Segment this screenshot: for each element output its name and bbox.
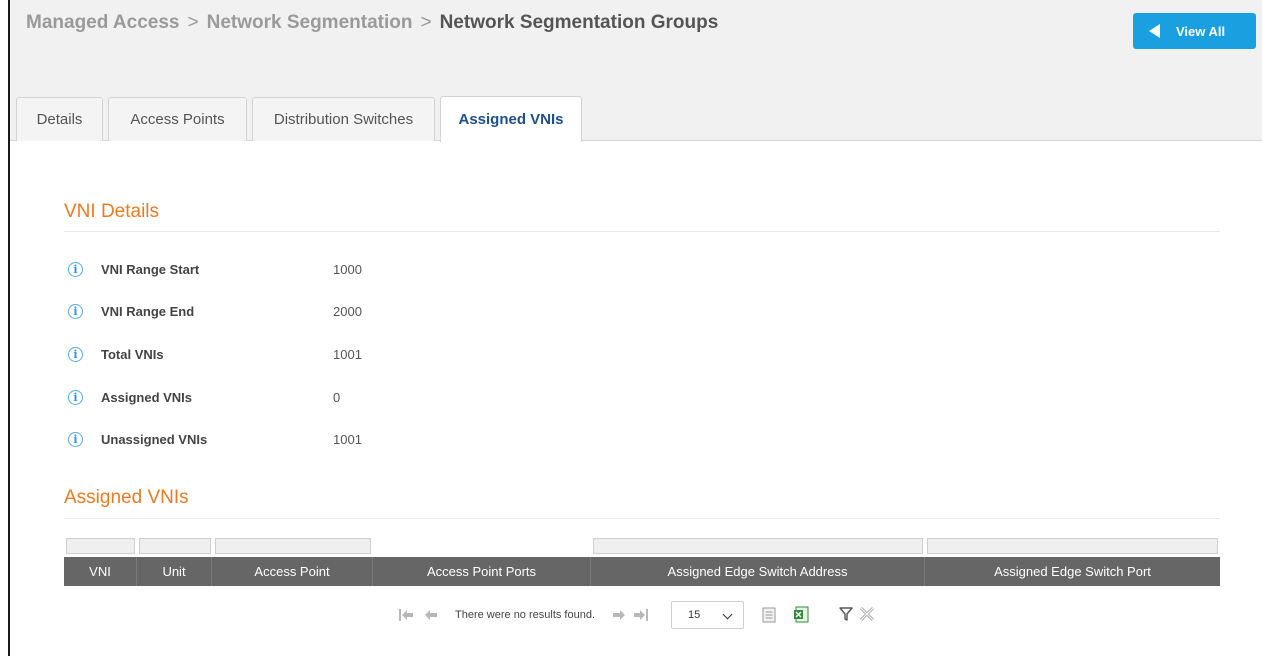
column-header-unit[interactable]: Unit	[137, 557, 212, 586]
detail-value: 2000	[333, 303, 362, 319]
breadcrumb: Managed Access > Network Segmentation > Netw…	[26, 12, 718, 34]
assigned-vnis-heading: Assigned VNIs	[64, 487, 189, 508]
info-icon[interactable]: i	[68, 346, 83, 362]
back-arrow-icon	[1149, 24, 1160, 38]
view-all-button[interactable]: View All	[1133, 13, 1256, 49]
total-vnis-row: i Total VNIs 1001	[68, 344, 362, 364]
filter-access-point-input[interactable]	[215, 538, 371, 554]
detail-value: 1001	[333, 431, 362, 447]
vni-details-heading: VNI Details	[64, 201, 160, 222]
unassigned-vnis-row: i Unassigned VNIs 1001	[68, 429, 362, 449]
breadcrumb-separator: >	[420, 12, 432, 33]
assigned-vnis-row: i Assigned VNIs 0	[68, 387, 340, 407]
detail-value: 0	[333, 389, 341, 405]
view-all-label: View All	[1176, 23, 1226, 39]
tab-label: Access Points	[130, 111, 225, 128]
clear-filter-icon[interactable]	[859, 606, 875, 622]
excel-export-icon[interactable]	[793, 606, 809, 623]
vni-range-end-row: i VNI Range End 2000	[68, 301, 362, 321]
breadcrumb-item-managed-access[interactable]: Managed Access	[26, 12, 179, 33]
column-header-edge-switch-address[interactable]: Assigned Edge Switch Address	[591, 557, 925, 586]
grid-pager: There were no results found. 15	[10, 600, 1262, 630]
info-icon[interactable]: i	[68, 431, 83, 447]
detail-value: 1001	[333, 346, 362, 362]
vni-range-start-row: i VNI Range Start 1000	[68, 259, 362, 279]
detail-label: Unassigned VNIs	[101, 431, 208, 447]
grid-header: VNI Unit Access Point Access Point Ports…	[64, 557, 1220, 586]
detail-label: Total VNIs	[101, 346, 164, 362]
column-header-vni[interactable]: VNI	[64, 557, 137, 586]
last-page-icon[interactable]	[633, 608, 649, 622]
next-page-icon[interactable]	[612, 608, 626, 622]
detail-value: 1000	[333, 261, 362, 277]
filter-edge-switch-address-input[interactable]	[593, 538, 923, 554]
section-divider	[64, 518, 1220, 519]
header-band: Managed Access > Network Segmentation > Netw…	[10, 0, 1262, 142]
page-size-value: 15	[688, 609, 701, 621]
breadcrumb-item-network-segmentation[interactable]: Network Segmentation	[207, 12, 413, 33]
prev-page-icon[interactable]	[424, 608, 438, 622]
tab-label: Distribution Switches	[273, 111, 414, 128]
detail-label: VNI Range End	[101, 303, 195, 319]
pager-message: There were no results found.	[455, 609, 596, 621]
breadcrumb-separator: >	[187, 12, 199, 33]
section-divider	[64, 231, 1220, 232]
filter-unit-input[interactable]	[139, 538, 211, 554]
chevron-down-icon	[722, 609, 733, 620]
info-icon[interactable]: i	[68, 389, 83, 405]
app-frame: Managed Access > Network Segmentation > Netw…	[8, 0, 1262, 656]
filter-icon[interactable]	[839, 607, 853, 621]
info-icon[interactable]: i	[68, 303, 83, 319]
column-header-edge-switch-port[interactable]: Assigned Edge Switch Port	[925, 557, 1220, 586]
page-title: Network Segmentation Groups	[439, 12, 719, 33]
csv-export-icon[interactable]	[762, 607, 776, 623]
filter-vni-input[interactable]	[66, 538, 135, 554]
info-icon[interactable]: i	[68, 261, 83, 277]
page-size-select[interactable]: 15	[671, 601, 744, 629]
tab-assigned-vnis[interactable]: Assigned VNIs	[440, 96, 582, 142]
tab-distribution-switches[interactable]: Distribution Switches	[252, 97, 435, 141]
column-header-access-point[interactable]: Access Point	[212, 557, 373, 586]
filter-edge-switch-port-input[interactable]	[927, 538, 1218, 554]
detail-label: Assigned VNIs	[101, 389, 193, 405]
first-page-icon[interactable]	[398, 608, 414, 622]
tab-label: Assigned VNIs	[458, 111, 564, 128]
column-header-access-point-ports[interactable]: Access Point Ports	[373, 557, 591, 586]
tab-access-points[interactable]: Access Points	[108, 97, 247, 141]
detail-label: VNI Range Start	[101, 261, 200, 277]
tab-label: Details	[36, 111, 83, 128]
tab-details[interactable]: Details	[16, 97, 103, 141]
